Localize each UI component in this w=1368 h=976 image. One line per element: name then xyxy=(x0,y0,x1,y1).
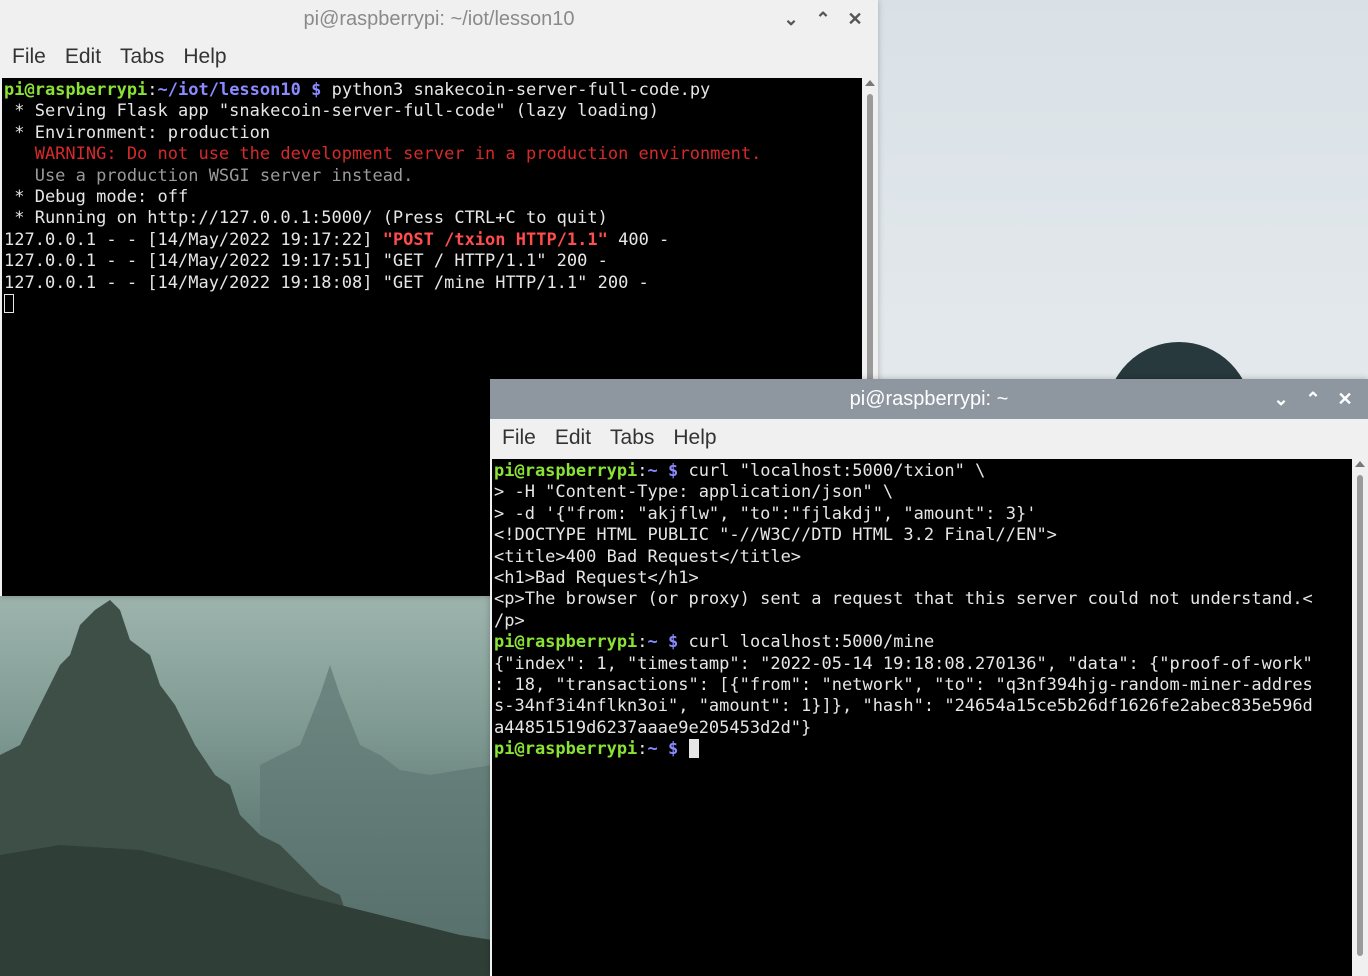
scroll-thumb[interactable] xyxy=(1357,475,1363,956)
minimize-button[interactable]: ⌄ xyxy=(1266,384,1296,414)
output-line: a44851519d6237aaae9e205453d2d"} xyxy=(494,717,812,738)
output-line: > -d '{"from: "akjflw", "to":"fjlakdj", … xyxy=(494,503,1037,524)
text-cursor xyxy=(4,294,14,314)
output-line: /p> xyxy=(494,610,525,631)
menu-tabs[interactable]: Tabs xyxy=(120,45,173,69)
chevron-up-icon: ⌃ xyxy=(1305,388,1321,409)
minimize-button[interactable]: ⌄ xyxy=(776,4,806,34)
output-line: <!DOCTYPE HTML PUBLIC "-//W3C//DTD HTML … xyxy=(494,525,1057,546)
menu-file[interactable]: File xyxy=(502,426,545,450)
scroll-up-icon[interactable] xyxy=(1355,461,1365,467)
scroll-up-icon[interactable] xyxy=(865,80,875,86)
titlebar[interactable]: pi@raspberrypi: ~/iot/lesson10 ⌄ ⌃ ✕ xyxy=(0,0,878,38)
output-line: * Debug mode: off xyxy=(4,187,189,208)
close-button[interactable]: ✕ xyxy=(1330,384,1360,414)
command-line: pi@raspberrypi:~ $ xyxy=(494,739,1352,760)
output-line: * Environment: production xyxy=(4,122,271,143)
output-line: <title>400 Bad Request</title> xyxy=(494,546,802,567)
menu-edit[interactable]: Edit xyxy=(65,45,110,69)
log-line: 127.0.0.1 - - [14/May/2022 19:18:08] "GE… xyxy=(4,272,649,293)
log-line: 127.0.0.1 - - [14/May/2022 19:17:51] "GE… xyxy=(4,251,608,272)
output-line: * Serving Flask app "snakecoin-server-fu… xyxy=(4,101,660,122)
chevron-up-icon: ⌃ xyxy=(815,8,831,29)
terminal-output[interactable]: pi@raspberrypi:~ $ curl "localhost:5000/… xyxy=(492,459,1352,976)
close-icon: ✕ xyxy=(1337,388,1353,409)
close-icon: ✕ xyxy=(847,8,863,29)
chevron-down-icon: ⌄ xyxy=(783,8,799,29)
output-line: {"index": 1, "timestamp": "2022-05-14 19… xyxy=(494,653,1313,674)
command-line: pi@raspberrypi:~/iot/lesson10 $ python3 … xyxy=(4,80,711,100)
menu-edit[interactable]: Edit xyxy=(555,426,600,450)
menu-tabs[interactable]: Tabs xyxy=(610,426,663,450)
terminal-window-client[interactable]: pi@raspberrypi: ~ ⌄ ⌃ ✕ File Edit Tabs H… xyxy=(490,379,1368,976)
menubar: File Edit Tabs Help xyxy=(490,419,1368,457)
output-line: * Running on http://127.0.0.1:5000/ (Pre… xyxy=(4,208,608,229)
window-controls: ⌄ ⌃ ✕ xyxy=(1266,379,1360,419)
window-title: pi@raspberrypi: ~/iot/lesson10 xyxy=(303,7,575,30)
chevron-down-icon: ⌄ xyxy=(1273,388,1289,409)
output-line: <h1>Bad Request</h1> xyxy=(494,568,699,589)
temple-silhouette xyxy=(0,600,492,976)
cursor-line xyxy=(4,294,862,315)
menu-help[interactable]: Help xyxy=(183,45,235,69)
titlebar[interactable]: pi@raspberrypi: ~ ⌄ ⌃ ✕ xyxy=(490,379,1368,419)
menu-help[interactable]: Help xyxy=(673,426,725,450)
menubar: File Edit Tabs Help xyxy=(0,38,878,76)
output-line: s-34nf3i4nflkn3oi", "amount": 1}]}, "has… xyxy=(494,696,1313,717)
output-line: > -H "Content-Type: application/json" \ xyxy=(494,482,894,503)
command-line: pi@raspberrypi:~ $ curl "localhost:5000/… xyxy=(494,461,986,481)
log-line: 127.0.0.1 - - [14/May/2022 19:17:22] "PO… xyxy=(4,229,670,250)
warning-line: WARNING: Do not use the development serv… xyxy=(4,144,762,165)
menu-file[interactable]: File xyxy=(12,45,55,69)
maximize-button[interactable]: ⌃ xyxy=(1298,384,1328,414)
text-cursor xyxy=(688,739,699,759)
window-title: pi@raspberrypi: ~ xyxy=(849,387,1009,410)
wallpaper-temple-landscape xyxy=(0,595,492,976)
close-button[interactable]: ✕ xyxy=(840,4,870,34)
output-line: Use a production WSGI server instead. xyxy=(4,165,414,186)
output-line: : 18, "transactions": [{"from": "network… xyxy=(494,675,1313,696)
output-line: <p>The browser (or proxy) sent a request… xyxy=(494,589,1313,610)
command-line: pi@raspberrypi:~ $ curl localhost:5000/m… xyxy=(494,632,935,653)
maximize-button[interactable]: ⌃ xyxy=(808,4,838,34)
window-controls: ⌄ ⌃ ✕ xyxy=(776,0,870,38)
scrollbar[interactable] xyxy=(1352,459,1368,976)
